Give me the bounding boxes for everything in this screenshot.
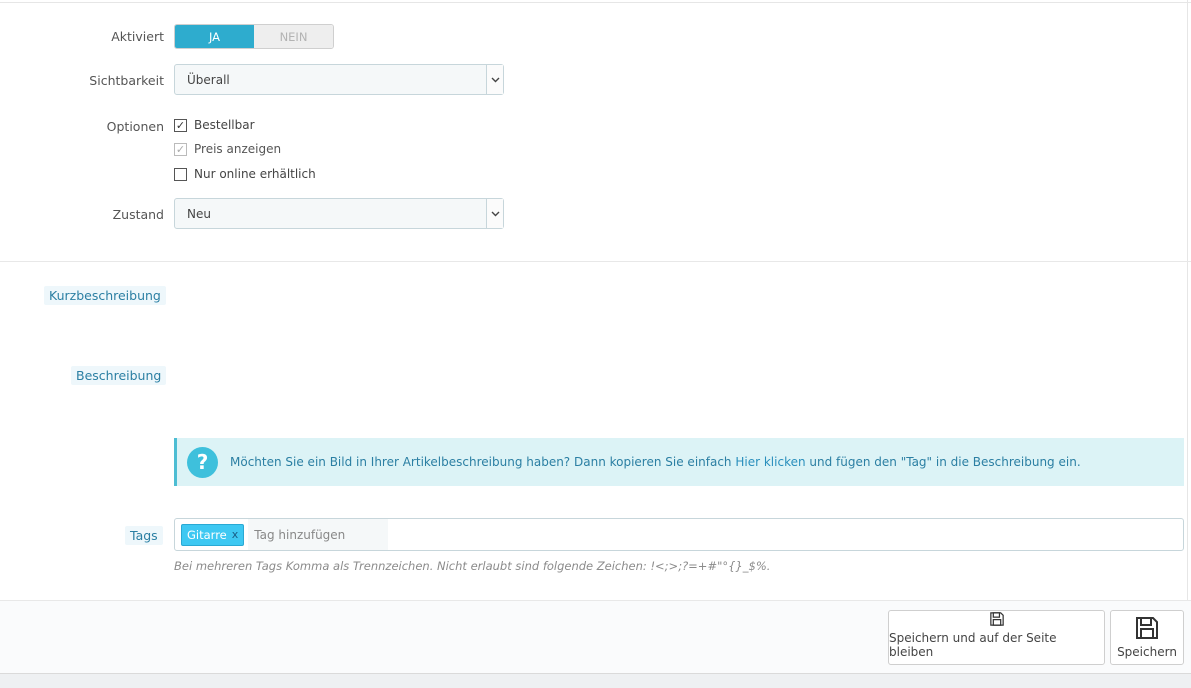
tags-field[interactable]: Gitarre x	[174, 518, 1184, 551]
save-and-stay-label: Speichern und auf der Seite bleiben	[889, 631, 1057, 659]
tag-add-input[interactable]	[254, 527, 385, 542]
sichtbarkeit-value: Überall	[187, 72, 230, 87]
zustand-value: Neu	[187, 206, 211, 221]
bestellbar-checkbox[interactable]: ✓	[174, 118, 187, 132]
save-and-stay-button[interactable]: Speichern und auf der Seite bleiben	[888, 610, 1105, 665]
bestellbar-label: Bestellbar	[194, 118, 255, 132]
tags-label[interactable]: Tags	[125, 526, 163, 545]
image-info-alert: ? Möchten Sie ein Bild in Ihrer Artikelb…	[174, 438, 1184, 486]
info-text: Möchten Sie ein Bild in Ihrer Artikelbes…	[230, 455, 1081, 469]
footer-bottom-bar	[0, 673, 1191, 688]
nur-online-label: Nur online erhältlich	[194, 167, 316, 181]
zustand-label: Zustand	[112, 207, 164, 222]
kurzbeschreibung-label[interactable]: Kurzbeschreibung	[44, 286, 166, 305]
nur-online-checkbox[interactable]	[174, 167, 187, 181]
tag-input-wrap	[248, 519, 389, 550]
option-bestellbar[interactable]: ✓ Bestellbar	[174, 118, 255, 132]
question-circle-icon: ?	[187, 446, 218, 478]
option-preis-anzeigen: ✓ Preis anzeigen	[174, 142, 281, 156]
save-button[interactable]: Speichern	[1110, 610, 1184, 665]
chevron-down-icon[interactable]	[486, 65, 503, 94]
section-divider	[0, 261, 1191, 262]
info-text-after: und fügen den "Tag" in die Beschreibung …	[805, 455, 1081, 469]
hier-klicken-link[interactable]: Hier klicken	[735, 455, 805, 469]
tag-chip: Gitarre x	[181, 523, 245, 546]
preis-anzeigen-checkbox: ✓	[174, 142, 187, 156]
sichtbarkeit-label: Sichtbarkeit	[89, 73, 164, 88]
sichtbarkeit-select[interactable]: Überall	[174, 64, 504, 95]
tag-chip-label: Gitarre	[187, 527, 227, 542]
option-nur-online[interactable]: Nur online erhältlich	[174, 167, 316, 181]
tags-help-text: Bei mehreren Tags Komma als Trennzeichen…	[174, 559, 771, 573]
floppy-disk-icon	[1136, 617, 1158, 639]
top-border	[0, 2, 1191, 3]
beschreibung-label[interactable]: Beschreibung	[71, 366, 167, 385]
floppy-disk-icon	[989, 612, 1004, 626]
preis-anzeigen-label: Preis anzeigen	[194, 142, 282, 156]
save-label: Speichern	[1117, 645, 1177, 659]
toggle-yes-option[interactable]: JA	[175, 25, 254, 48]
info-text-before: Möchten Sie ein Bild in Ihrer Artikelbes…	[230, 455, 736, 469]
aktiviert-label: Aktiviert	[111, 29, 164, 44]
aktiviert-toggle[interactable]: JA NEIN	[174, 24, 334, 49]
optionen-label: Optionen	[106, 119, 164, 134]
chevron-down-icon[interactable]	[486, 199, 503, 228]
toggle-no-option[interactable]: NEIN	[254, 25, 333, 48]
right-border	[1187, 0, 1188, 600]
remove-tag-icon[interactable]: x	[232, 528, 239, 541]
zustand-select[interactable]: Neu	[174, 198, 504, 229]
